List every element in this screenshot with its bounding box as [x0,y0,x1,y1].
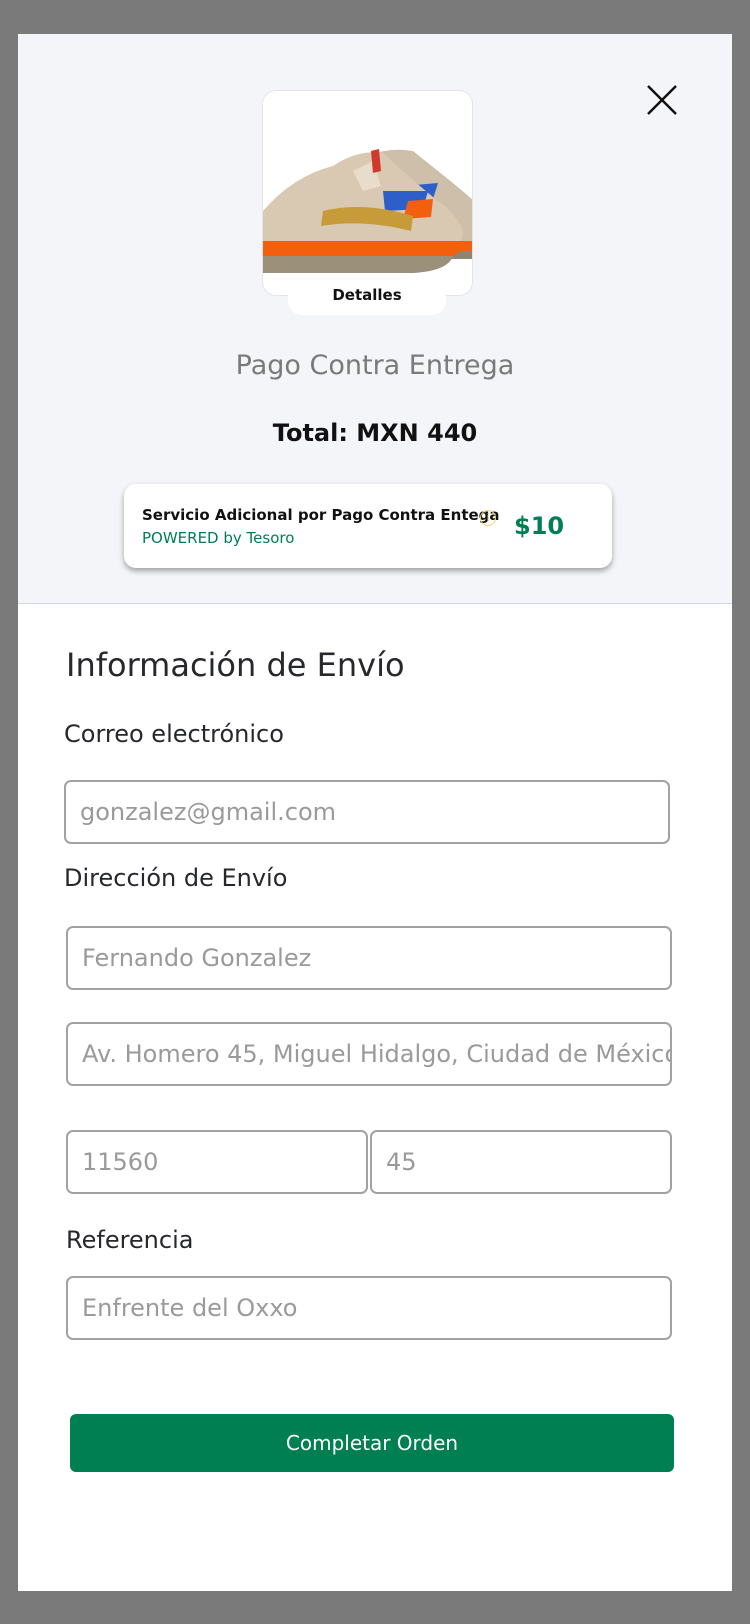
service-fee-price: $10 [514,512,565,540]
street-address-field[interactable] [66,1022,672,1086]
info-icon[interactable]: i [480,510,496,526]
payment-method-title: Pago Contra Entrega [235,350,515,381]
powered-by-label: POWERED by Tesoro [142,529,295,547]
sneaker-image [263,149,472,273]
details-tab[interactable]: Detalles [288,279,446,315]
reference-label: Referencia [66,1226,194,1254]
complete-order-button[interactable]: Completar Orden [70,1414,674,1472]
order-summary: Detalles Pago Contra Entrega Total: MXN … [18,34,732,604]
email-field[interactable] [64,780,670,844]
service-fee-card: Servicio Adicional por Pago Contra Enteg… [124,484,612,568]
checkout-modal: Detalles Pago Contra Entrega Total: MXN … [18,34,732,1591]
product-thumbnail[interactable] [262,90,473,296]
email-label: Correo electrónico [64,720,284,748]
reference-field[interactable] [66,1276,672,1340]
full-name-field[interactable] [66,926,672,990]
close-icon [647,85,677,115]
shipping-section-title: Información de Envío [66,646,405,684]
order-total: Total: MXN 440 [272,419,478,447]
postal-code-field[interactable] [66,1130,368,1194]
street-number-field[interactable] [370,1130,672,1194]
service-fee-title: Servicio Adicional por Pago Contra Enteg… [142,506,500,524]
address-label: Dirección de Envío [64,864,288,892]
close-button[interactable] [646,84,678,116]
